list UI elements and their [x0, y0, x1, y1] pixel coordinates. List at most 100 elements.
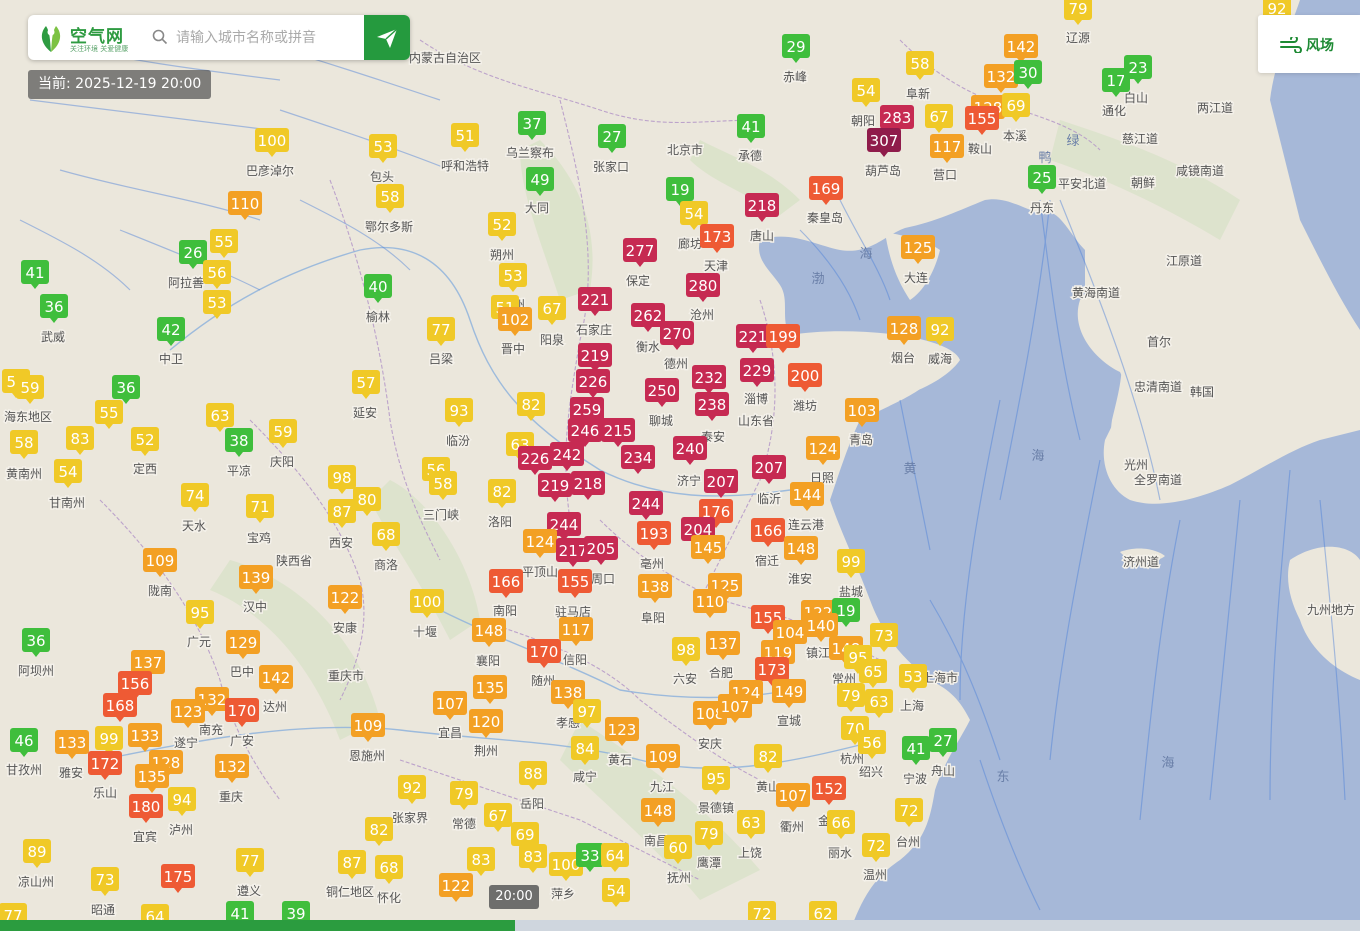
aqi-value: 52: [492, 216, 511, 234]
aqi-value: 79: [454, 785, 473, 803]
aqi-value: 149: [775, 683, 804, 701]
place-label: 张家口: [593, 159, 629, 174]
aqi-value: 110: [696, 593, 725, 611]
aqi-value: 135: [138, 768, 167, 786]
aqi-value: 219: [541, 477, 570, 495]
aqi-value: 59: [273, 423, 292, 441]
place-label: 咸镜南道: [1176, 163, 1224, 178]
aqi-value: 87: [342, 854, 361, 872]
aqi-map[interactable]: 内蒙古自治区赤峰 辽源朝阳 阜新通化白山两江道慈江道 本溪鞍山葫芦岛 营口丹东平安北道 朝…: [0, 0, 1360, 931]
place-label: 乌兰察布: [506, 145, 554, 160]
aqi-value: 129: [229, 634, 258, 652]
timeline-bar[interactable]: [0, 920, 1360, 931]
place-label: 西安: [329, 535, 353, 550]
place-label: 慈江道: [1122, 131, 1158, 146]
place-label: 平顶山: [522, 565, 558, 579]
place-label: 唐山: [750, 228, 774, 243]
place-label: 甘南州: [49, 495, 85, 510]
aqi-value: 234: [624, 449, 653, 467]
place-label: 南阳: [493, 603, 517, 618]
aqi-value: 172: [91, 755, 120, 773]
aqi-value: 215: [604, 422, 633, 440]
aqi-value: 104: [776, 624, 805, 642]
place-label: 武威: [41, 330, 65, 344]
place-label: 合肥: [709, 665, 733, 680]
place-label: 晋中: [501, 341, 525, 356]
current-time-label: 当前: 2025-12-19 20:00: [28, 70, 212, 99]
place-label: 德州: [664, 356, 688, 371]
sea-label: 渤: [811, 271, 824, 287]
aqi-value: 56: [862, 734, 881, 752]
place-label: 朝鲜: [1131, 176, 1155, 190]
aqi-value: 68: [379, 859, 398, 877]
place-label: 石家庄: [576, 322, 612, 337]
aqi-value: 200: [791, 367, 820, 385]
aqi-value: 122: [442, 877, 471, 895]
aqi-value: 77: [240, 852, 259, 870]
aqi-value: 168: [106, 697, 135, 715]
site-logo[interactable]: 空气网 关注环境 关爱健康: [36, 20, 156, 56]
aqi-value: 65: [863, 663, 882, 681]
aqi-value: 133: [131, 727, 160, 745]
aqi-value: 221: [581, 291, 610, 309]
aqi-value: 259: [573, 401, 602, 419]
aqi-value: 80: [357, 491, 376, 509]
place-label: 大同: [525, 201, 549, 215]
place-label: 陇南: [148, 583, 172, 598]
aqi-value: 133: [58, 734, 87, 752]
send-icon: [377, 28, 398, 48]
aqi-value: 145: [694, 539, 723, 557]
place-label: 巴彦淖尔: [246, 163, 294, 178]
place-label: 达州: [263, 700, 287, 714]
aqi-value: 49: [530, 171, 549, 189]
aqi-value: 52: [135, 431, 154, 449]
place-label: 烟台: [891, 350, 915, 365]
search-submit-button[interactable]: [364, 15, 410, 60]
aqi-value: 117: [562, 621, 591, 639]
aqi-value: 26: [183, 244, 202, 262]
aqi-value: 109: [354, 717, 383, 735]
place-label: 山东省: [738, 414, 774, 428]
place-label: 廊坊: [678, 236, 702, 251]
aqi-value: 207: [707, 473, 736, 491]
logo-leaf-icon: [41, 26, 61, 52]
aqi-value: 58: [910, 55, 929, 73]
place-label: 阜新: [906, 86, 930, 101]
search-input[interactable]: [174, 23, 368, 53]
place-label: 辽源: [1066, 31, 1090, 45]
aqi-value: 277: [626, 242, 655, 260]
aqi-value: 36: [26, 632, 45, 650]
aqi-value: 40: [368, 278, 387, 296]
place-label: 乐山: [93, 786, 117, 800]
place-label: 威海: [928, 351, 952, 366]
wind-toggle-button[interactable]: 风场: [1258, 15, 1360, 73]
aqi-value: 89: [27, 843, 46, 861]
place-label: 两江道: [1197, 101, 1233, 115]
place-label: 鹰潭: [697, 855, 721, 870]
place-label: 常德: [452, 816, 476, 831]
place-label: 遂宁: [174, 735, 198, 750]
aqi-value: 217: [559, 542, 588, 560]
place-label: 延安: [353, 405, 377, 420]
aqi-value: 110: [231, 195, 260, 213]
place-label: 全罗南道: [1134, 472, 1182, 487]
aqi-value: 27: [602, 128, 621, 146]
place-label: 承德: [738, 148, 762, 163]
aqi-value: 82: [758, 748, 777, 766]
aqi-value: 58: [380, 188, 399, 206]
place-label: 包头: [370, 170, 394, 184]
aqi-value: 95: [190, 604, 209, 622]
aqi-value: 139: [242, 569, 271, 587]
timeline-marker[interactable]: 20:00: [489, 885, 539, 909]
wind-toggle-label: 风场: [1306, 38, 1334, 54]
aqi-value: 229: [743, 362, 772, 380]
aqi-value: 82: [369, 821, 388, 839]
aqi-value: 27: [933, 732, 952, 750]
aqi-value: 170: [530, 643, 559, 661]
place-label: 朝阳: [851, 114, 875, 128]
aqi-value: 54: [856, 82, 875, 100]
aqi-value: 218: [574, 475, 603, 493]
place-label: 丽水: [828, 846, 852, 860]
aqi-value: 156: [121, 675, 150, 693]
aqi-value: 270: [663, 325, 692, 343]
